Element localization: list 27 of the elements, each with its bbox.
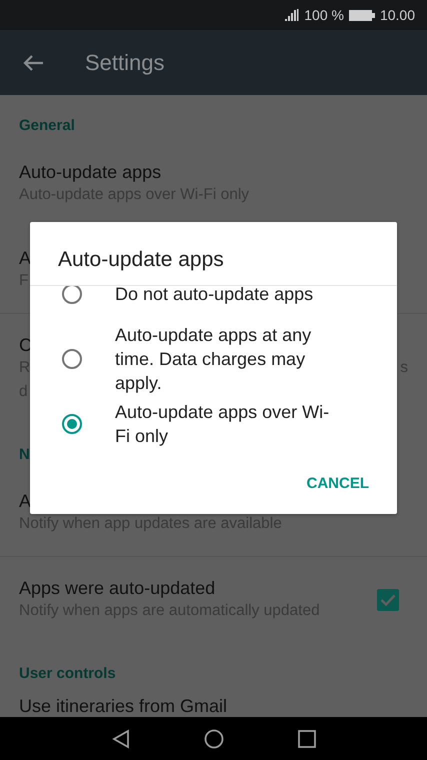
section-header: General	[19, 117, 75, 135]
back-icon[interactable]	[112, 728, 130, 748]
setting-title[interactable]: A	[19, 490, 32, 512]
checkbox[interactable]	[377, 589, 399, 611]
recent-apps-icon[interactable]	[298, 730, 316, 748]
back-arrow-icon[interactable]	[22, 54, 44, 72]
cancel-button[interactable]: CANCEL	[300, 465, 375, 501]
battery-icon	[348, 10, 375, 20]
option-label[interactable]: Do not auto-update apps	[115, 286, 337, 306]
section-header: N	[19, 446, 30, 464]
setting-title[interactable]: Use itineraries from Gmail	[19, 695, 228, 717]
home-icon[interactable]	[204, 728, 224, 748]
option-label[interactable]: Auto-update apps at any time. Data charges may apply.	[115, 323, 337, 395]
setting-title[interactable]: Auto-update apps	[19, 161, 162, 183]
radio-button[interactable]	[62, 286, 82, 304]
signal-icon	[285, 9, 300, 21]
dialog-title: Auto-update apps	[57, 247, 225, 273]
battery-percentage: 100 %	[304, 7, 344, 23]
radio-button[interactable]	[62, 414, 82, 434]
checkmark-icon	[380, 594, 396, 606]
option-label[interactable]: Auto-update apps over Wi-Fi only	[115, 400, 337, 448]
screen-title: Settings	[85, 50, 164, 76]
section-header: User controls	[19, 665, 116, 683]
radio-button[interactable]	[62, 349, 82, 369]
clock-time: 10.00	[380, 7, 415, 23]
setting-title[interactable]: A	[19, 247, 32, 269]
setting-title[interactable]: Apps were auto-updated	[19, 577, 216, 599]
